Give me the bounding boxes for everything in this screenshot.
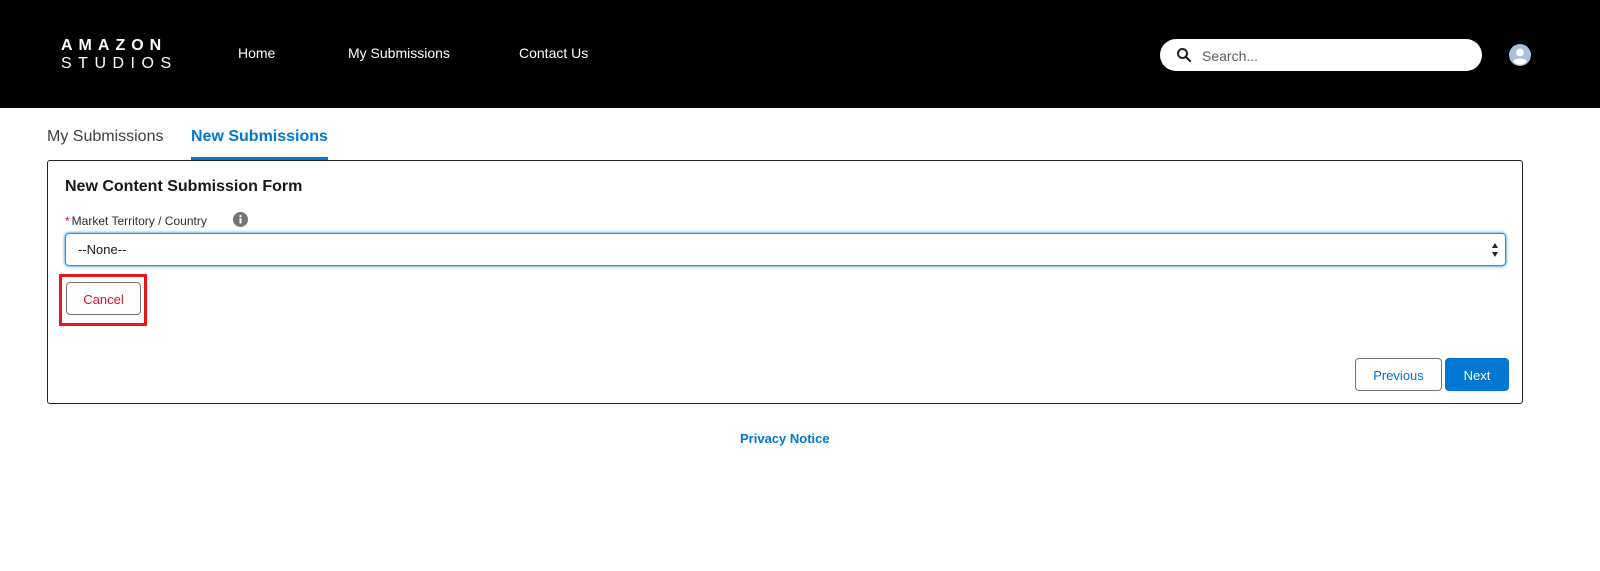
market-territory-label-text: Market Territory / Country (71, 214, 207, 228)
form-title: New Content Submission Form (65, 178, 303, 195)
selected-value: --None-- (78, 242, 127, 257)
select-arrows-icon (1492, 243, 1498, 257)
cancel-button[interactable]: Cancel (66, 282, 141, 315)
info-icon[interactable] (233, 212, 248, 227)
user-avatar-icon[interactable] (1509, 44, 1531, 66)
search-box (1160, 39, 1482, 71)
logo-line-2: STUDIOS (61, 55, 178, 72)
tab-new-submissions[interactable]: New Submissions (191, 128, 328, 160)
next-button[interactable]: Next (1445, 358, 1509, 391)
previous-button[interactable]: Previous (1355, 358, 1442, 391)
search-icon (1177, 48, 1192, 63)
market-territory-label: * Market Territory / Country (65, 214, 207, 228)
market-territory-select[interactable]: --None-- (65, 233, 1506, 266)
amazon-studios-logo[interactable]: AMAZON STUDIOS (61, 38, 178, 72)
nav-contact-us-link[interactable]: Contact Us (519, 45, 588, 61)
submission-form-card: New Content Submission Form * Market Terr… (47, 160, 1523, 404)
logo-line-1: AMAZON (61, 37, 168, 54)
nav-home-link[interactable]: Home (238, 45, 275, 61)
top-navigation-bar: AMAZON STUDIOS Home My Submissions Conta… (0, 0, 1600, 108)
privacy-notice-link[interactable]: Privacy Notice (740, 431, 830, 446)
search-input[interactable] (1200, 45, 1472, 67)
required-marker: * (65, 214, 70, 228)
tab-my-submissions[interactable]: My Submissions (47, 128, 163, 160)
nav-my-submissions-link[interactable]: My Submissions (348, 45, 450, 61)
